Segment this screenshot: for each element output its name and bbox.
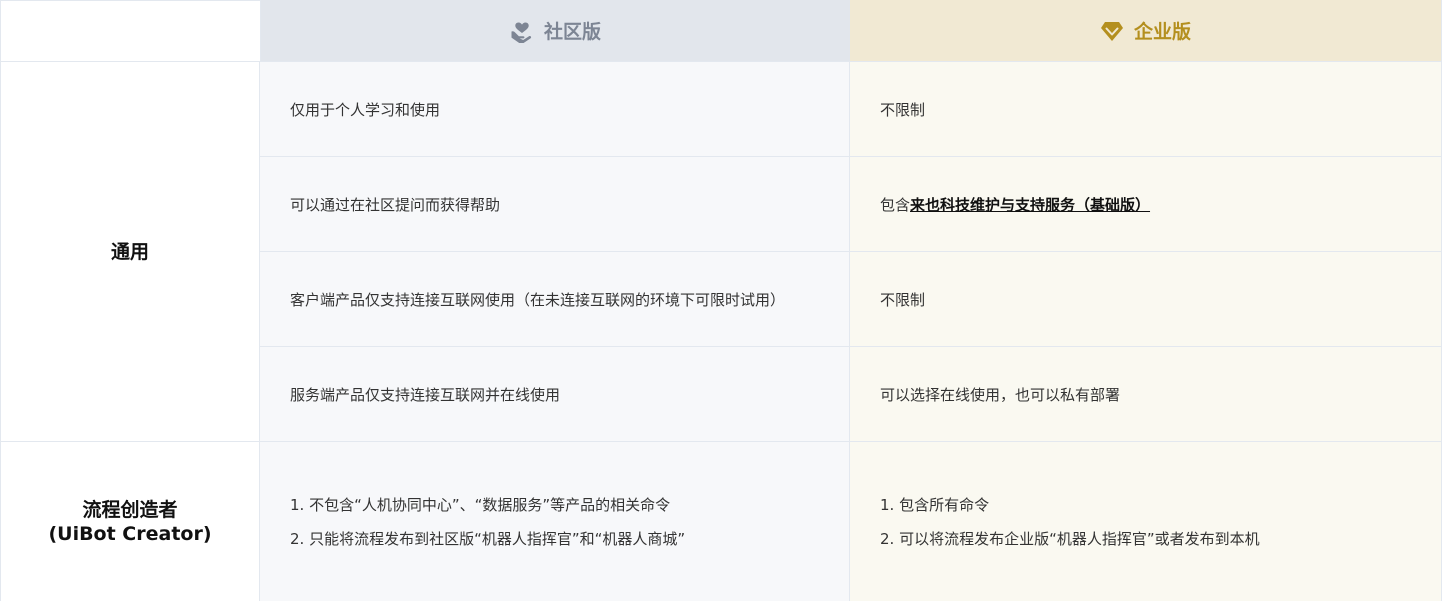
category-creator-label: 流程创造者 (82, 498, 178, 521)
community-support-text: 可以通过在社区提问而获得帮助 (290, 195, 501, 214)
table-corner (0, 0, 260, 61)
category-creator-sublabel: (UiBot Creator) (48, 522, 212, 545)
enterprise-cell-support: 包含 来也科技维护与支持服务（基础版） (850, 156, 1442, 251)
enterprise-cell-server: 可以选择在线使用，也可以私有部署 (850, 346, 1442, 441)
enterprise-creator-item: 1. 包含所有命令 (880, 495, 990, 514)
community-cell-usage: 仅用于个人学习和使用 (260, 61, 850, 156)
enterprise-cell-client: 不限制 (850, 251, 1442, 346)
enterprise-client-text: 不限制 (880, 290, 926, 309)
community-usage-text: 仅用于个人学习和使用 (290, 100, 441, 119)
enterprise-cell-creator: 1. 包含所有命令 2. 可以将流程发布企业版“机器人指挥官”或者发布到本机 (850, 441, 1442, 601)
community-creator-item: 1. 不包含“人机协同中心”、“数据服务”等产品的相关命令 (290, 495, 671, 514)
enterprise-cell-usage: 不限制 (850, 61, 1442, 156)
enterprise-server-text: 可以选择在线使用，也可以私有部署 (880, 385, 1121, 404)
hand-heart-icon (511, 22, 532, 43)
community-edition-title: 社区版 (543, 21, 601, 43)
community-cell-support: 可以通过在社区提问而获得帮助 (260, 156, 850, 251)
category-creator: 流程创造者 (UiBot Creator) (0, 441, 260, 601)
diamond-icon (1100, 21, 1123, 41)
community-cell-server: 服务端产品仅支持连接互联网并在线使用 (260, 346, 850, 441)
community-client-text: 客户端产品仅支持连接互联网使用（在未连接互联网的环境下可限时试用） (290, 290, 786, 309)
community-cell-creator: 1. 不包含“人机协同中心”、“数据服务”等产品的相关命令 2. 只能将流程发布… (260, 441, 850, 601)
edition-comparison-table: 社区版 企业版 通用 仅用于个人学习和使用 不限制 可以通过在社区提问而获得帮助… (0, 0, 1442, 601)
community-edition-header: 社区版 (260, 0, 850, 61)
enterprise-edition-header: 企业版 (850, 0, 1442, 61)
community-server-text: 服务端产品仅支持连接互联网并在线使用 (290, 385, 561, 404)
category-general: 通用 (0, 61, 260, 441)
enterprise-edition-title: 企业版 (1133, 21, 1191, 43)
community-creator-item: 2. 只能将流程发布到社区版“机器人指挥官”和“机器人商城” (290, 529, 686, 548)
enterprise-usage-text: 不限制 (880, 100, 926, 119)
enterprise-creator-item: 2. 可以将流程发布企业版“机器人指挥官”或者发布到本机 (880, 529, 1260, 548)
enterprise-support-prefix: 包含 (880, 195, 911, 214)
category-general-label: 通用 (110, 240, 149, 263)
support-service-link[interactable]: 来也科技维护与支持服务（基础版） (910, 194, 1150, 215)
community-cell-client: 客户端产品仅支持连接互联网使用（在未连接互联网的环境下可限时试用） (260, 251, 850, 346)
